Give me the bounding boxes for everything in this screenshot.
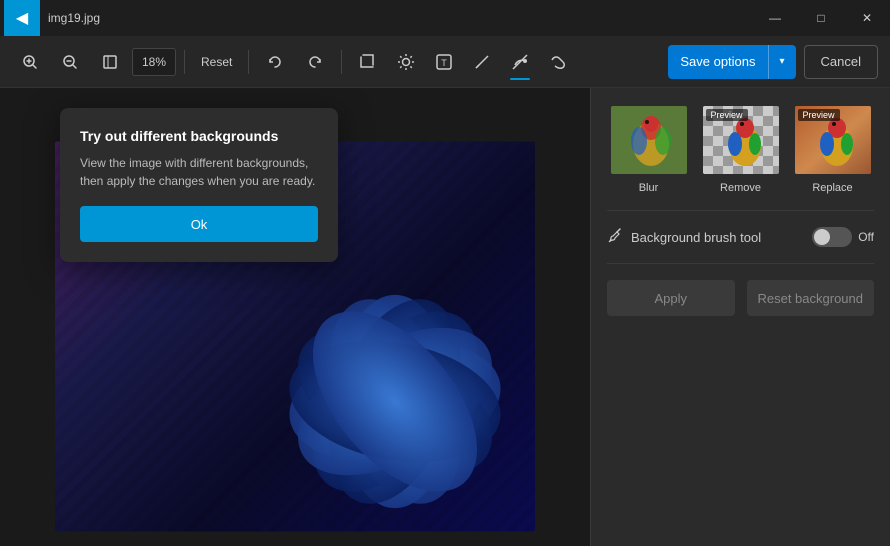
app-icon: ◀ — [4, 0, 40, 36]
bg-label-blur: Blur — [639, 182, 659, 194]
panel-separator — [607, 210, 874, 211]
bg-thumb-blur — [609, 104, 689, 176]
panel-separator-2 — [607, 263, 874, 264]
toggle-thumb — [814, 229, 830, 245]
background-options: Blur — [607, 104, 874, 194]
action-buttons: Apply Reset background — [607, 280, 874, 316]
save-options-button[interactable]: Save options ▾ — [668, 45, 795, 79]
parrot-blur-svg — [611, 106, 689, 176]
zoom-level-input[interactable]: 18% — [132, 48, 176, 76]
undo-button[interactable] — [257, 44, 293, 80]
cancel-button[interactable]: Cancel — [804, 45, 878, 79]
bg-option-remove[interactable]: Preview Remove — [701, 104, 781, 194]
minimize-button[interactable]: — — [752, 0, 798, 36]
tool-icons-row: T — [350, 44, 576, 80]
toolbar-divider-1 — [184, 50, 185, 74]
reset-background-button[interactable]: Reset background — [747, 280, 875, 316]
main-content: Try out different backgrounds View the i… — [0, 88, 890, 546]
zoom-out-button[interactable] — [52, 44, 88, 80]
toggle-track[interactable] — [812, 227, 852, 247]
bg-thumb-remove: Preview — [701, 104, 781, 176]
toolbar-right: Save options ▾ Cancel — [668, 45, 878, 79]
bg-label-replace: Replace — [812, 182, 852, 194]
reset-button[interactable]: Reset — [193, 51, 240, 73]
back-arrow-icon: ◀ — [16, 8, 28, 28]
dialog-ok-button[interactable]: Ok — [80, 206, 318, 242]
dialog-body: View the image with different background… — [80, 154, 318, 190]
toolbar-divider-3 — [341, 50, 342, 74]
apply-button[interactable]: Apply — [607, 280, 735, 316]
canvas-area: Try out different backgrounds View the i… — [0, 88, 590, 546]
svg-text:T: T — [442, 58, 448, 68]
replace-preview-badge: Preview — [798, 109, 840, 121]
bg-label-remove: Remove — [720, 182, 761, 194]
bg-thumb-replace: Preview — [793, 104, 873, 176]
more-tools-button[interactable] — [540, 44, 576, 80]
toolbar-divider-2 — [248, 50, 249, 74]
text-tool-button[interactable]: T — [426, 44, 462, 80]
brush-tool-label: Background brush tool — [631, 230, 804, 245]
redo-button[interactable] — [297, 44, 333, 80]
brightness-tool-button[interactable] — [388, 44, 424, 80]
title-bar: ◀ img19.jpg — □ ✕ — [0, 0, 890, 36]
title-bar-left: ◀ img19.jpg — [0, 0, 100, 36]
right-panel: Blur — [590, 88, 890, 546]
maximize-button[interactable]: □ — [798, 0, 844, 36]
bg-remove-tool-button[interactable] — [502, 44, 538, 80]
save-options-chevron-icon: ▾ — [768, 45, 796, 79]
crop-tool-button[interactable] — [350, 44, 386, 80]
toolbar: 18% Reset T — [0, 36, 890, 88]
save-options-label: Save options — [668, 54, 767, 69]
bg-option-replace[interactable]: Preview Replace — [793, 104, 873, 194]
fit-button[interactable] — [92, 44, 128, 80]
brush-tool-toggle[interactable]: Off — [812, 227, 874, 247]
toggle-state-label: Off — [858, 230, 874, 244]
bg-option-blur[interactable]: Blur — [609, 104, 689, 194]
brush-icon — [607, 228, 623, 247]
brush-tool-row: Background brush tool Off — [607, 227, 874, 247]
close-button[interactable]: ✕ — [844, 0, 890, 36]
window-title: img19.jpg — [48, 11, 100, 25]
pen-tool-button[interactable] — [464, 44, 500, 80]
zoom-in-button[interactable] — [12, 44, 48, 80]
background-dialog: Try out different backgrounds View the i… — [60, 108, 338, 262]
win11-flower-graphic — [235, 242, 535, 532]
toolbar-left: 18% Reset T — [12, 44, 664, 80]
title-bar-controls: — □ ✕ — [752, 0, 890, 36]
remove-preview-badge: Preview — [706, 109, 748, 121]
dialog-title: Try out different backgrounds — [80, 128, 318, 144]
